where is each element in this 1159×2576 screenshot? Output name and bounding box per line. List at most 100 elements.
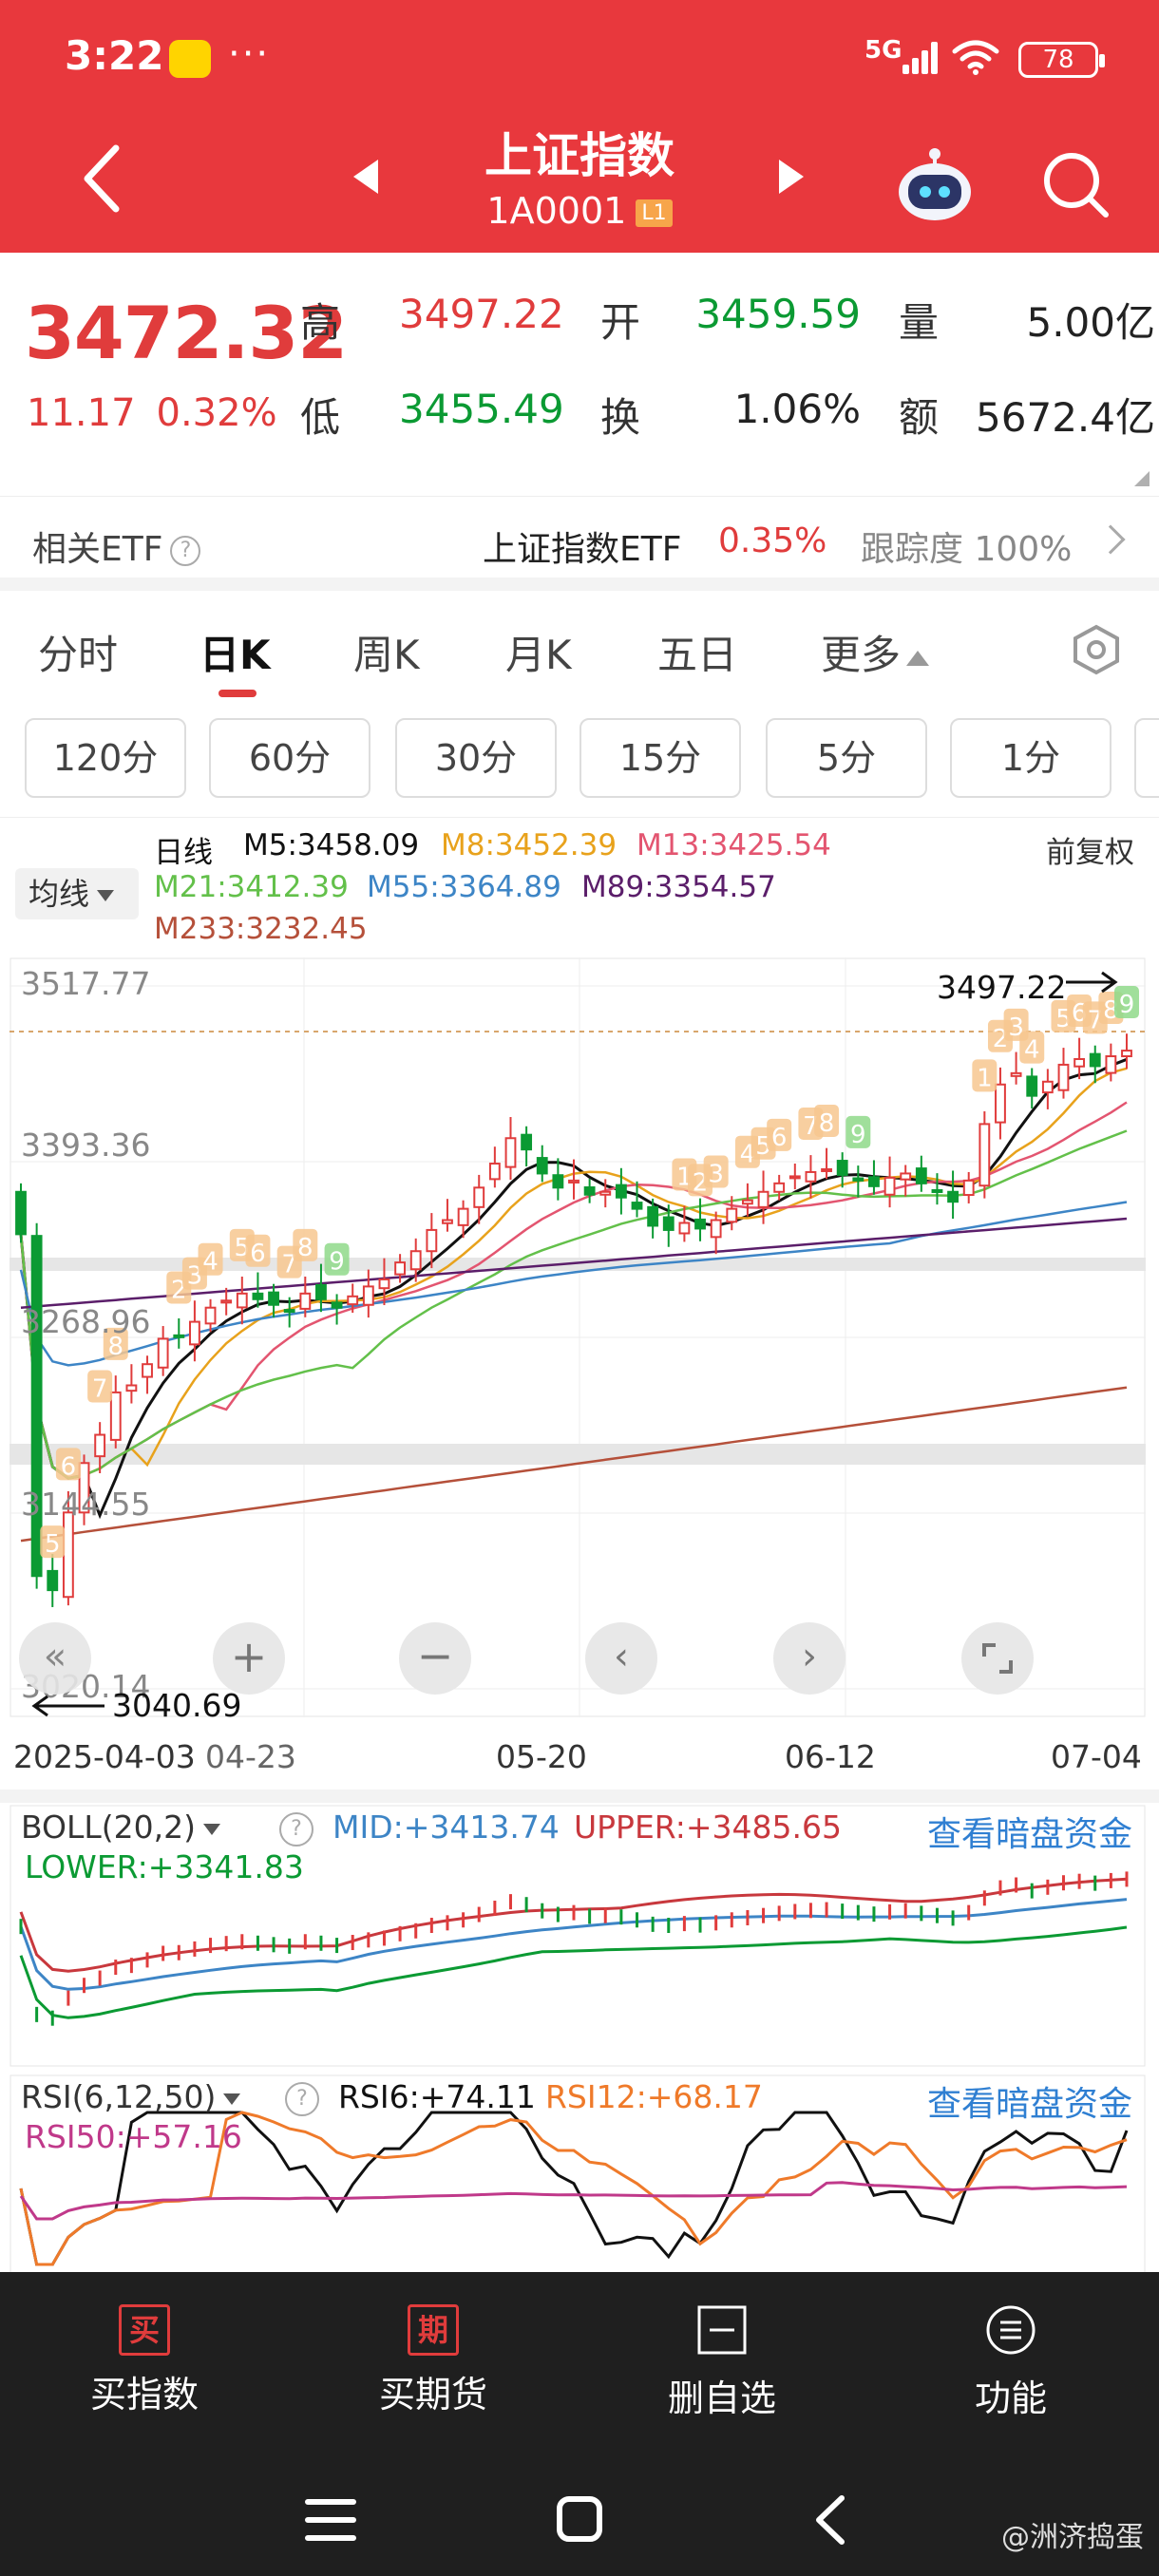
candle-down (552, 1174, 564, 1189)
boll-help-icon[interactable]: ? (279, 1812, 314, 1847)
period-1min[interactable]: 1分 (950, 718, 1112, 798)
level-badge: L1 (636, 199, 673, 227)
remove-watchlist-button[interactable]: 删自选 (627, 2304, 817, 2421)
scroll-left-icon[interactable]: ‹ (585, 1622, 657, 1695)
top-bar: 3:22 ··· 5G 78 上证指数 1A0001 L1 (0, 0, 1159, 253)
candle-up (488, 1163, 501, 1181)
low-value: 3455.49 (399, 386, 564, 432)
etf-tracking: 跟踪度 100% (861, 530, 1073, 569)
functions-button[interactable]: 功能 (916, 2304, 1106, 2421)
period-5min[interactable]: 5分 (766, 718, 927, 798)
period-30min[interactable]: 30分 (395, 718, 557, 798)
sequence-number: 5 (45, 1530, 61, 1559)
chevron-right-icon[interactable] (1095, 524, 1126, 555)
related-etf-row[interactable]: 相关ETF? 上证指数ETF 0.35% 跟踪度 100% (0, 496, 1159, 591)
caret-down-icon (97, 890, 115, 901)
boll-panel[interactable]: BOLL(20,2) ? MID:+3413.74 UPPER:+3485.65… (10, 1805, 1146, 2067)
status-bar: 3:22 ··· 5G 78 (0, 0, 1159, 114)
fullscreen-icon[interactable] (961, 1622, 1034, 1695)
kline-chart[interactable]: 567823456789123456789123456789 3517.77 3… (10, 957, 1146, 1724)
rsi-dark-pool-funds-link[interactable]: 查看暗盘资金 (927, 2076, 1132, 2126)
candle-up (1057, 1063, 1070, 1091)
candle-down (315, 1283, 327, 1300)
previous-stock-icon[interactable] (353, 160, 378, 194)
settings-hexagon-icon[interactable] (1070, 623, 1123, 676)
kline-chart-svg[interactable]: 56782 3 4 5 6 78 91 2 34 5 6 7 8 912 345 6 7 8 9 (10, 957, 1146, 1717)
back-icon[interactable] (74, 141, 131, 217)
tab-intraday[interactable]: 分时 (38, 623, 118, 681)
sequence-number: 6 (61, 1452, 77, 1481)
sequence-markers: 56782 3 4 5 6 78 91 2 34 5 6 7 8 912 345 6 7 8 9 (40, 986, 1139, 1559)
buy-index-button[interactable]: 买 买指数 (49, 2304, 239, 2417)
price-change: 11.17 0.32% (27, 391, 277, 435)
ai-assistant-robot-icon[interactable] (891, 141, 978, 228)
expand-corner-icon[interactable] (1134, 471, 1150, 486)
buy-futures-button[interactable]: 期 买期货 (338, 2304, 528, 2417)
tab-five-day[interactable]: 五日 (657, 623, 737, 681)
dark-pool-funds-link[interactable]: 查看暗盘资金 (927, 1807, 1132, 1856)
tab-monthly-k[interactable]: 月K (505, 623, 572, 681)
rsi-selector[interactable]: RSI(6,12,50) (21, 2078, 241, 2115)
last-price: 3472.32 (25, 291, 348, 375)
tab-more[interactable]: 更多 (821, 623, 930, 681)
etf-change-percent: 0.35% (718, 521, 827, 560)
candle-down (15, 1190, 27, 1236)
candle-up (426, 1228, 438, 1253)
candle-up (1074, 1057, 1086, 1068)
amount-label: 额 (899, 394, 940, 441)
period-more-button[interactable] (1134, 718, 1159, 798)
candle-up (741, 1199, 753, 1205)
low-label: 低 (300, 394, 341, 441)
candle-down (252, 1292, 264, 1300)
candle-up (442, 1219, 453, 1224)
watermark: @洲济捣蛋 (1001, 2521, 1144, 2554)
candle-down (915, 1167, 927, 1184)
boll-selector-label: BOLL(20,2) (21, 1809, 197, 1846)
menu-icon[interactable] (304, 2496, 357, 2544)
help-icon[interactable]: ? (170, 536, 201, 566)
candle-down (852, 1177, 864, 1182)
period-15min[interactable]: 15分 (580, 718, 741, 798)
candle-down (47, 1569, 59, 1592)
forward-adjust-label[interactable]: 前复权 (1046, 828, 1134, 871)
search-icon[interactable] (1037, 146, 1113, 222)
high-arrow-icon (1066, 971, 1118, 994)
period-60min[interactable]: 60分 (209, 718, 370, 798)
y-label-1: 3393.36 (21, 1127, 151, 1164)
scroll-right-icon[interactable]: › (773, 1622, 846, 1695)
boll-selector[interactable]: BOLL(20,2) (21, 1809, 221, 1846)
separator (0, 1790, 1159, 1803)
ma5-value: M5:3458.09 (243, 828, 420, 862)
candle-up (188, 1320, 200, 1346)
candle-down (536, 1157, 548, 1175)
period-120min[interactable]: 120分 (25, 718, 186, 798)
home-icon[interactable] (555, 2494, 604, 2544)
candle-down (947, 1190, 960, 1203)
candle-down (283, 1309, 295, 1314)
candle-up (347, 1295, 359, 1306)
y-label-3: 3144.55 (21, 1486, 151, 1523)
tab-weekly-k[interactable]: 周K (353, 623, 420, 681)
scroll-left-fast-icon[interactable]: « (19, 1622, 91, 1695)
support-band-lower (10, 1444, 1146, 1465)
zoom-in-icon[interactable]: + (213, 1622, 285, 1695)
back-nav-icon[interactable] (811, 2494, 849, 2546)
candle-down (868, 1176, 880, 1187)
tab-daily-k[interactable]: 日K (200, 623, 271, 681)
candle-down (521, 1133, 533, 1151)
rsi-help-icon[interactable]: ? (285, 2082, 319, 2116)
candle-up (788, 1175, 801, 1180)
rsi-panel[interactable]: RSI(6,12,50) ? RSI6:+74.11 RSI12:+68.17 … (10, 2074, 1146, 2272)
ma-selector-label: 均线 (28, 876, 90, 912)
divider (0, 817, 1159, 818)
related-etf-label-text: 相关ETF (32, 530, 163, 569)
sequence-number: 8 (297, 1234, 314, 1262)
etf-name: 上证指数ETF (483, 530, 682, 569)
candle-up (504, 1137, 517, 1168)
open-label: 开 (600, 299, 641, 346)
zoom-out-icon[interactable]: − (399, 1622, 471, 1695)
ma-selector[interactable]: 均线 (15, 868, 139, 919)
next-stock-icon[interactable] (779, 160, 804, 194)
candle-up (978, 1123, 991, 1187)
y-label-0: 3517.77 (21, 965, 151, 1002)
